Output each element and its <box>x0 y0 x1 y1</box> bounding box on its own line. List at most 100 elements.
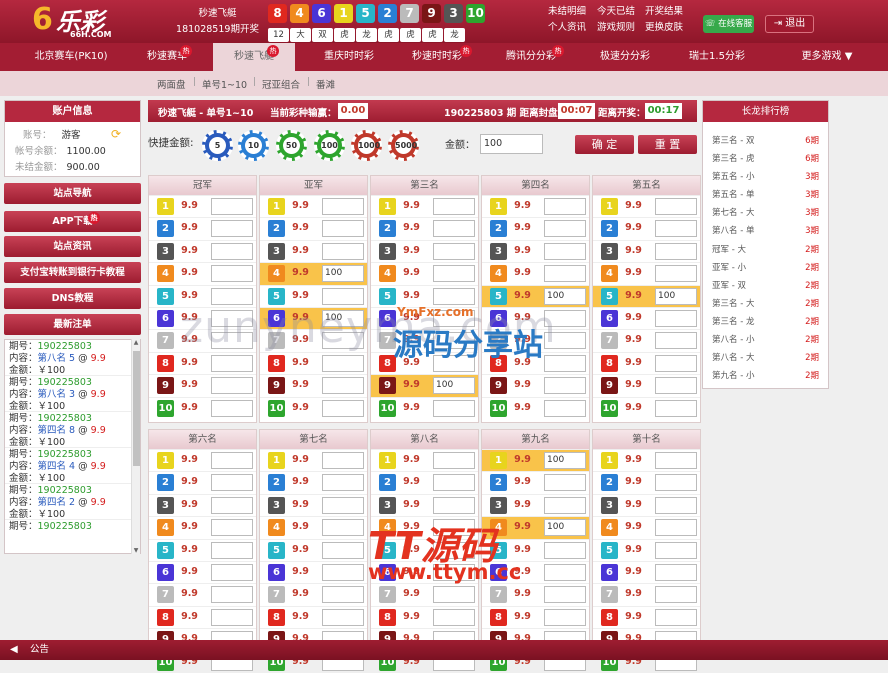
bet-amount-input[interactable] <box>544 563 586 581</box>
bet-amount-input[interactable] <box>544 354 586 372</box>
bet-amount-input[interactable] <box>655 399 697 417</box>
bet-amount-input[interactable] <box>322 519 364 537</box>
scroll-up-icon[interactable]: ▲ <box>132 339 140 346</box>
bet-row[interactable]: 3 9.9 <box>482 239 589 262</box>
chip-50[interactable]: 50 <box>276 130 307 161</box>
bet-row[interactable]: 8 9.9 <box>593 351 700 374</box>
bet-amount-input[interactable]: 100 <box>433 377 475 395</box>
bet-row[interactable]: 3 9.9 <box>593 493 700 516</box>
bet-row[interactable]: 10 9.9 <box>593 396 700 419</box>
chip-100[interactable]: 100 <box>314 130 345 161</box>
bet-amount-input[interactable] <box>211 220 253 238</box>
bet-row[interactable]: 5 9.9 <box>149 538 256 561</box>
bet-row[interactable]: 8 9.9 <box>593 605 700 628</box>
bet-amount-input[interactable] <box>544 608 586 626</box>
bet-amount-input[interactable] <box>322 452 364 469</box>
bet-amount-input[interactable] <box>211 496 253 514</box>
bet-row[interactable]: 10 9.9 <box>371 396 478 419</box>
dns-tutorial-button[interactable]: DNS教程 <box>4 288 141 309</box>
bet-row[interactable]: 9 9.9 100 <box>371 374 478 397</box>
link-unsettled[interactable]: 未结明细 <box>548 4 586 20</box>
bet-amount-input[interactable] <box>211 399 253 417</box>
bet-amount-input[interactable] <box>544 198 586 215</box>
app-download-button[interactable]: APP下载热 <box>4 211 141 232</box>
bet-row[interactable]: 4 9.9 100 <box>482 516 589 539</box>
bet-amount-input[interactable] <box>322 354 364 372</box>
bet-amount-input[interactable] <box>322 242 364 260</box>
amount-input[interactable]: 100 <box>480 134 543 154</box>
bet-row[interactable]: 3 9.9 <box>482 493 589 516</box>
bet-row[interactable]: 4 9.9 <box>260 516 367 538</box>
bet-row[interactable]: 1 9.9 <box>371 195 478 217</box>
bet-amount-input[interactable] <box>544 541 586 559</box>
bet-row[interactable]: 4 9.9 <box>371 262 478 284</box>
bet-amount-input[interactable] <box>211 563 253 581</box>
bet-amount-input[interactable] <box>211 474 253 492</box>
bet-row[interactable]: 2 9.9 <box>371 217 478 239</box>
bet-amount-input[interactable] <box>322 377 364 395</box>
bet-amount-input[interactable] <box>433 474 475 492</box>
site-news-button[interactable]: 站点资讯 <box>4 236 141 257</box>
bet-amount-input[interactable] <box>322 563 364 581</box>
subnav-danhao[interactable]: 单号1~10 <box>202 77 247 91</box>
bet-amount-input[interactable] <box>544 220 586 238</box>
online-service-button[interactable]: ☏ 在线客服 <box>703 15 754 33</box>
bet-amount-input[interactable] <box>322 399 364 417</box>
bet-row[interactable]: 7 9.9 <box>593 329 700 351</box>
bet-amount-input[interactable] <box>211 452 253 469</box>
orders-scrollbar[interactable]: ▲ ▼ <box>131 339 140 554</box>
bet-row[interactable]: 1 9.9 <box>482 195 589 217</box>
bet-amount-input[interactable] <box>655 586 697 604</box>
link-profile[interactable]: 个人资讯 <box>548 20 586 36</box>
bet-row[interactable]: 10 9.9 <box>149 396 256 419</box>
bet-row[interactable]: 3 9.9 <box>149 239 256 262</box>
nav-item-miaosu-saiche[interactable]: 秒速赛车热 <box>126 43 208 71</box>
bet-row[interactable]: 4 9.9 <box>593 262 700 284</box>
confirm-button[interactable]: 确 定 <box>575 135 634 154</box>
scroll-thumb[interactable] <box>133 351 140 466</box>
nav-item-miaosu-shishi[interactable]: 秒速时时彩热 <box>396 43 478 71</box>
bet-amount-input[interactable] <box>655 608 697 626</box>
bet-amount-input[interactable] <box>211 377 253 395</box>
bet-amount-input[interactable] <box>655 265 697 283</box>
bet-amount-input[interactable] <box>211 198 253 215</box>
bet-row[interactable]: 1 9.9 100 <box>482 449 589 472</box>
bet-row[interactable]: 3 9.9 <box>371 239 478 262</box>
bet-row[interactable]: 2 9.9 <box>260 217 367 239</box>
bet-amount-input[interactable] <box>322 220 364 238</box>
bet-row[interactable]: 3 9.9 <box>260 493 367 516</box>
alipay-tutorial-button[interactable]: 支付宝转账到银行卡教程 <box>4 262 141 283</box>
bet-row[interactable]: 2 9.9 <box>593 471 700 493</box>
bet-row[interactable]: 4 9.9 <box>149 516 256 538</box>
bet-row[interactable]: 4 9.9 <box>482 262 589 284</box>
reset-button[interactable]: 重 置 <box>638 135 697 154</box>
bet-row[interactable]: 99.9 <box>260 374 367 396</box>
bet-amount-input[interactable] <box>322 608 364 626</box>
bet-amount-input[interactable] <box>211 586 253 604</box>
subnav-guanya[interactable]: 冠亚组合 <box>262 77 300 91</box>
nav-item-jisu[interactable]: 极速分分彩 <box>584 43 666 71</box>
bet-row[interactable]: 2 9.9 <box>482 217 589 239</box>
bet-amount-input[interactable] <box>211 354 253 372</box>
bet-amount-input[interactable] <box>655 354 697 372</box>
bet-row[interactable]: 8 9.9 <box>482 605 589 628</box>
bet-row[interactable]: 1 9.9 <box>593 449 700 471</box>
bet-amount-input[interactable] <box>655 220 697 238</box>
bet-amount-input[interactable] <box>433 198 475 215</box>
bet-amount-input[interactable]: 100 <box>322 265 364 283</box>
bet-row[interactable]: 4 9.9 <box>593 516 700 538</box>
bet-row[interactable]: 5 9.9 <box>260 538 367 561</box>
bet-amount-input[interactable] <box>544 242 586 260</box>
bet-amount-input[interactable] <box>655 332 697 350</box>
link-results[interactable]: 开奖结果 <box>645 4 683 20</box>
bet-amount-input[interactable] <box>433 265 475 283</box>
bet-row[interactable]: 7 9.9 <box>149 583 256 605</box>
bet-row[interactable]: 6 9.9 <box>593 306 700 329</box>
bet-row[interactable]: 7 9.9 <box>371 583 478 605</box>
bet-amount-input[interactable] <box>433 496 475 514</box>
bet-row[interactable]: 99.9 <box>482 374 589 396</box>
notice-label[interactable]: 公告 <box>30 644 49 655</box>
site-nav-button[interactable]: 站点导航 <box>4 183 141 204</box>
chip-10[interactable]: 10 <box>238 130 269 161</box>
scroll-down-icon[interactable]: ▼ <box>132 547 140 554</box>
